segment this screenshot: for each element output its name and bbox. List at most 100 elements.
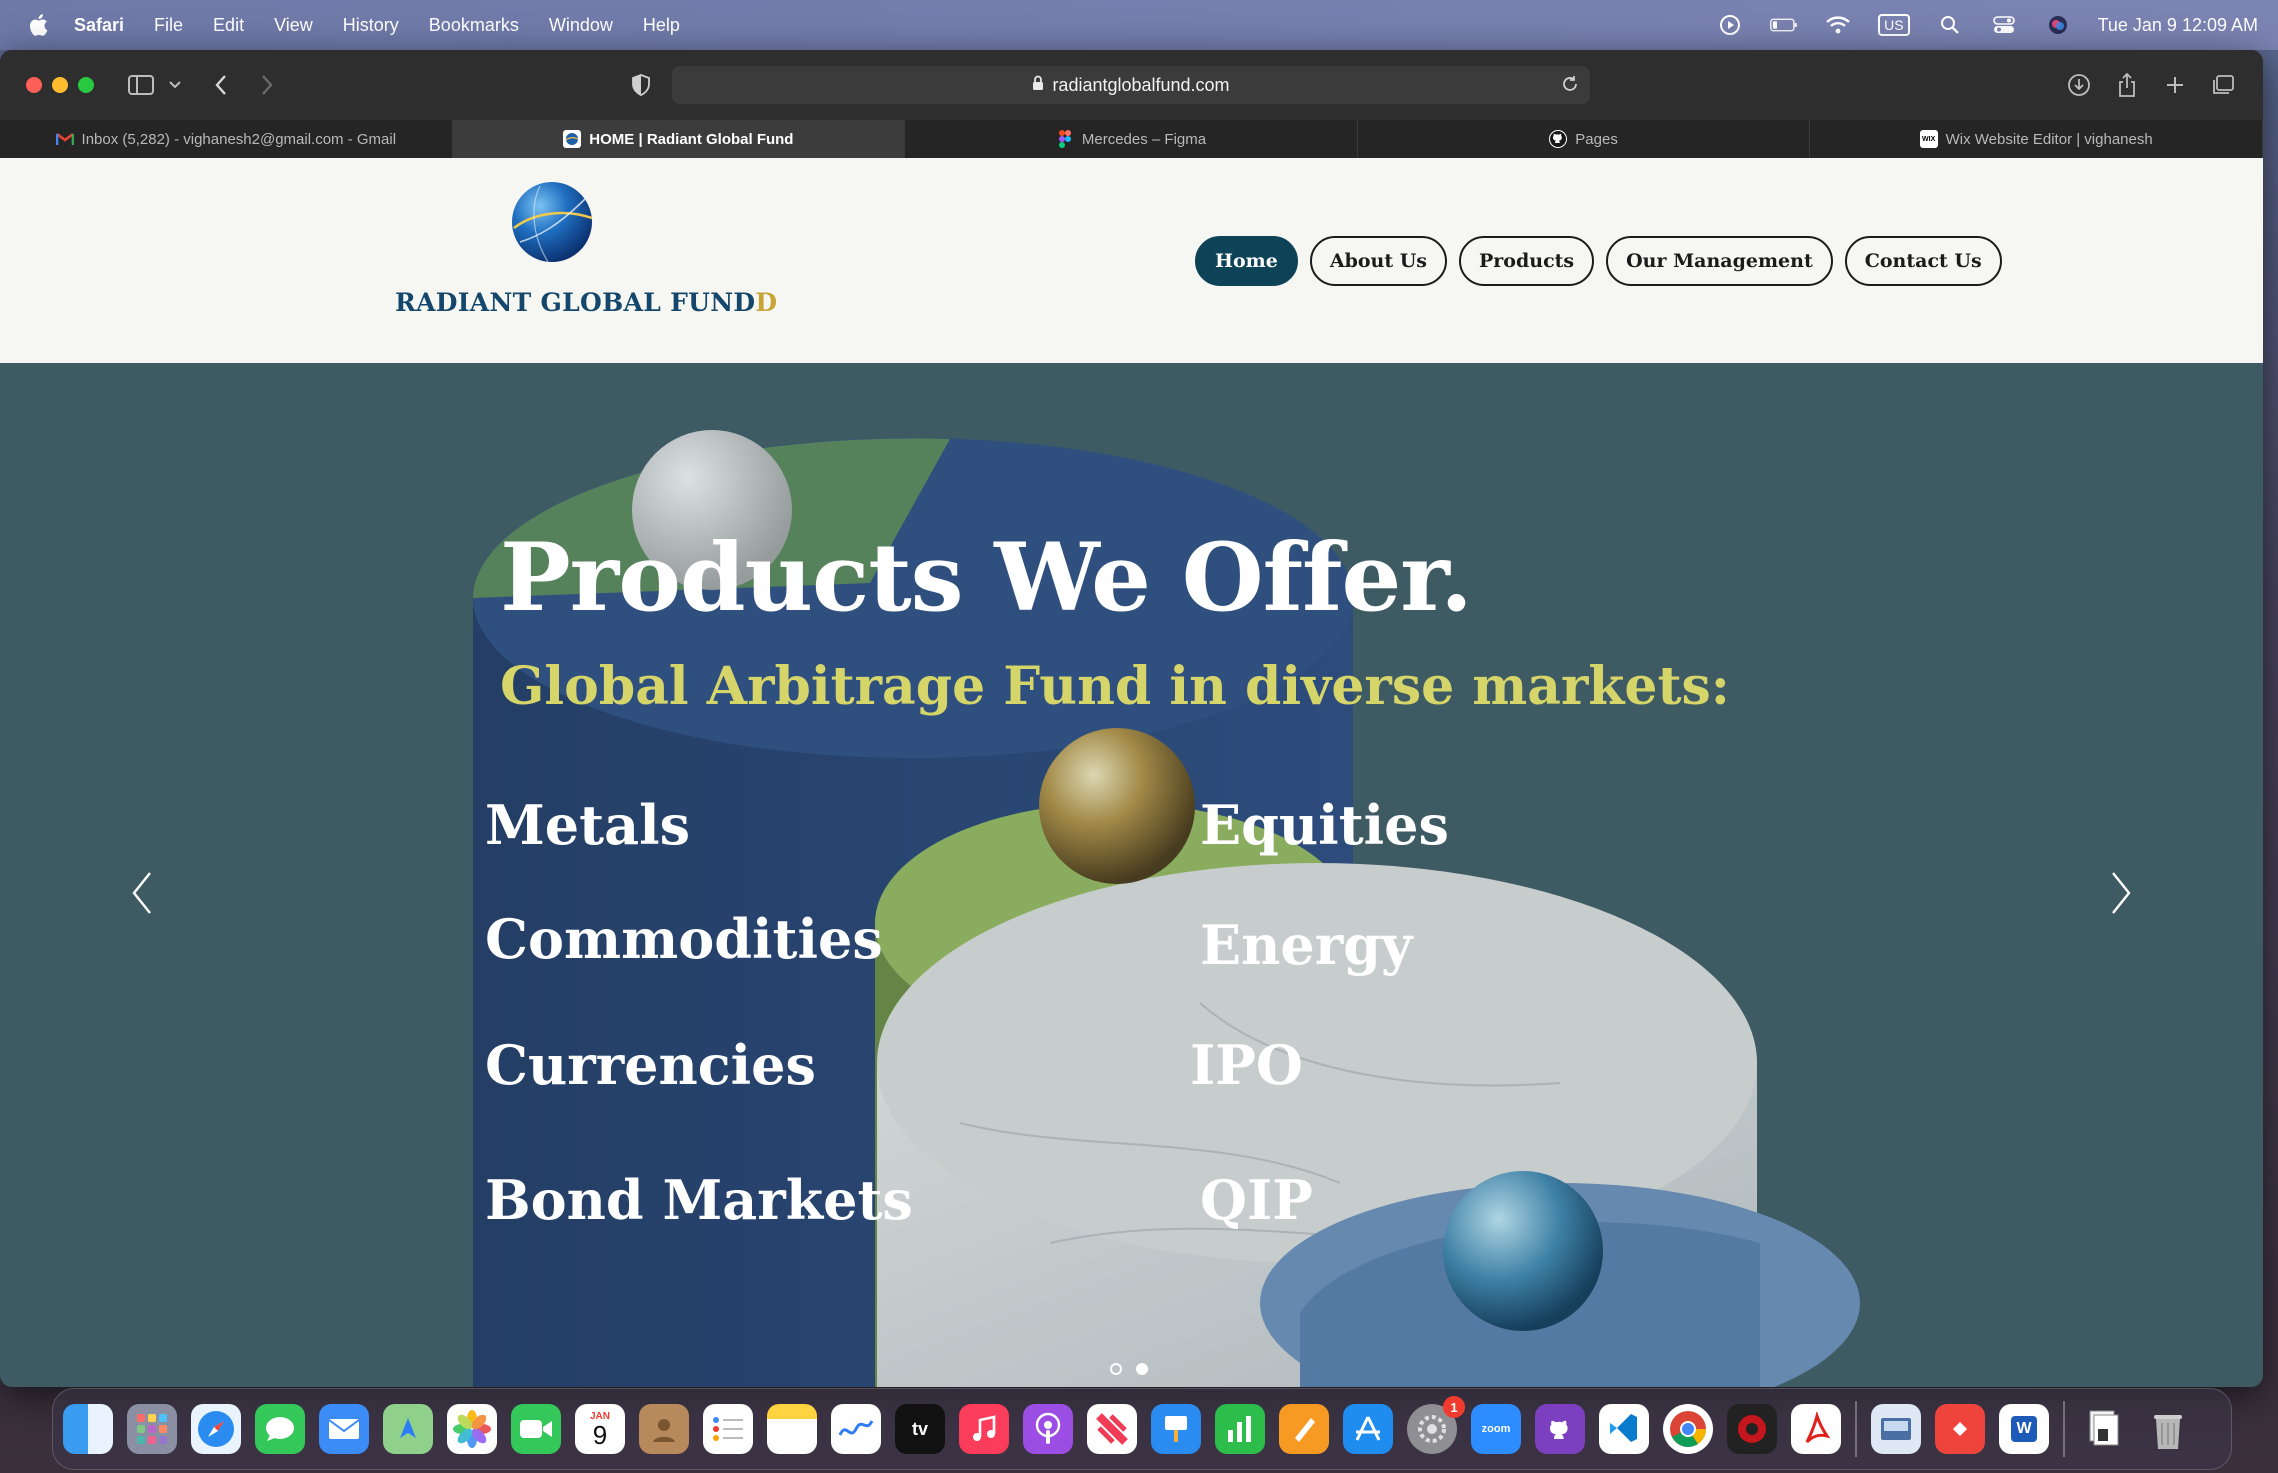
control-center-icon[interactable] [1990, 11, 2018, 39]
globe-logo-icon[interactable] [510, 180, 594, 264]
address-bar[interactable]: radiantglobalfund.com [672, 66, 1590, 104]
back-button[interactable] [206, 70, 236, 100]
mail-icon[interactable] [319, 1404, 369, 1454]
slide-dot-1[interactable] [1110, 1363, 1122, 1375]
tab-pages[interactable]: Pages [1357, 120, 1811, 158]
hero-background-illustration [0, 363, 2263, 1387]
pages-icon[interactable] [1279, 1404, 1329, 1454]
trash-icon[interactable] [2143, 1404, 2193, 1454]
share-icon[interactable] [2112, 70, 2142, 100]
forward-button[interactable] [252, 70, 282, 100]
wix-icon: WIX [1919, 130, 1938, 148]
product-item: Metals [485, 793, 690, 857]
zoom-icon[interactable]: zoom [1471, 1404, 1521, 1454]
menu-edit[interactable]: Edit [213, 15, 244, 36]
logo-text[interactable]: RADIANT GLOBAL FUNDD [395, 288, 777, 317]
product-item: QIP [1200, 1168, 1313, 1232]
menu-file[interactable]: File [154, 15, 183, 36]
tab-figma[interactable]: Mercedes – Figma [905, 120, 1358, 158]
github-desktop-icon[interactable] [1535, 1404, 1585, 1454]
apple-icon[interactable] [24, 11, 52, 39]
menu-history[interactable]: History [343, 15, 399, 36]
product-item: Commodities [485, 907, 883, 971]
acrobat-icon[interactable] [1727, 1404, 1777, 1454]
next-slide-button[interactable] [2101, 863, 2141, 923]
photos-icon[interactable] [447, 1404, 497, 1454]
app-store-icon[interactable] [1343, 1404, 1393, 1454]
music-icon[interactable] [959, 1404, 1009, 1454]
facetime-icon[interactable] [511, 1404, 561, 1454]
tab-bar: Inbox (5,282) - vighanesh2@gmail.com - G… [0, 120, 2263, 158]
hero-subtitle: Global Arbitrage Fund in diverse markets… [500, 656, 1730, 717]
logo-main-text: RADIANT GLOBAL FUND [395, 288, 756, 317]
battery-icon[interactable] [1770, 11, 1798, 39]
system-settings-icon[interactable]: 1 [1407, 1396, 1465, 1454]
nav-contact-us-button[interactable]: Contact Us [1844, 236, 2002, 286]
menu-view[interactable]: View [274, 15, 313, 36]
nav-products-button[interactable]: Products [1459, 236, 1595, 286]
safari-icon[interactable] [191, 1404, 241, 1454]
downloads-icon[interactable] [2064, 70, 2094, 100]
tab-title: Wix Website Editor | vighanesh [1945, 130, 2153, 148]
documents-icon[interactable] [2079, 1404, 2129, 1454]
minimize-window-button[interactable] [52, 77, 68, 93]
tab-overview-icon[interactable] [2208, 70, 2238, 100]
launchpad-icon[interactable] [127, 1404, 177, 1454]
new-tab-icon[interactable] [2160, 70, 2190, 100]
site-header: RADIANT GLOBAL FUNDD Home About Us Produ… [0, 158, 2263, 363]
finder-icon[interactable] [63, 1404, 113, 1454]
status-area: US Tue Jan 9 12:09 AM [1716, 0, 2258, 50]
anydesk-icon[interactable] [1935, 1404, 1985, 1454]
contacts-icon[interactable] [639, 1404, 689, 1454]
freeform-icon[interactable] [831, 1404, 881, 1454]
dock-separator [2063, 1401, 2065, 1457]
podcasts-icon[interactable] [1023, 1404, 1073, 1454]
messages-icon[interactable] [255, 1404, 305, 1454]
calendar-icon[interactable]: JAN 9 [575, 1404, 625, 1454]
slide-pagination [1110, 1363, 1148, 1375]
nav-our-management-button[interactable]: Our Management [1606, 236, 1833, 286]
now-playing-icon[interactable] [1716, 11, 1744, 39]
close-window-button[interactable] [26, 77, 42, 93]
reload-icon[interactable] [1558, 72, 1582, 96]
keynote-icon[interactable] [1151, 1404, 1201, 1454]
tab-gmail[interactable]: Inbox (5,282) - vighanesh2@gmail.com - G… [0, 120, 453, 158]
reminders-icon[interactable] [703, 1404, 753, 1454]
tab-radiant-global-fund[interactable]: HOME | Radiant Global Fund [452, 120, 906, 158]
wifi-icon[interactable] [1824, 11, 1852, 39]
zoom-window-button[interactable] [78, 77, 94, 93]
menu-safari[interactable]: Safari [74, 15, 124, 36]
nav-about-us-button[interactable]: About Us [1309, 236, 1447, 286]
siri-icon[interactable] [2044, 11, 2072, 39]
nav-home-button[interactable]: Home [1195, 236, 1298, 286]
browser-toolbar: radiantglobalfund.com [0, 50, 2263, 120]
sidebar-toggle-icon[interactable] [126, 70, 156, 100]
news-icon[interactable] [1087, 1404, 1137, 1454]
hero-title: Products We Offer. [500, 523, 1473, 633]
calendar-day: 9 [592, 1419, 608, 1450]
adobe-reader-icon[interactable] [1791, 1404, 1841, 1454]
previous-slide-button[interactable] [122, 863, 162, 923]
menu-help[interactable]: Help [643, 15, 680, 36]
word-icon[interactable]: W [1999, 1404, 2049, 1454]
hero-slideshow: Products We Offer. Global Arbitrage Fund… [0, 363, 2263, 1387]
vscode-icon[interactable] [1599, 1404, 1649, 1454]
menu-bookmarks[interactable]: Bookmarks [429, 15, 519, 36]
privacy-shield-icon[interactable] [626, 70, 656, 100]
logo-accent-letter: D [755, 288, 778, 317]
tv-icon[interactable]: tv [895, 1404, 945, 1454]
menu-window[interactable]: Window [549, 15, 613, 36]
spotlight-icon[interactable] [1936, 11, 1964, 39]
tab-wix[interactable]: WIX Wix Website Editor | vighanesh [1810, 120, 2263, 158]
clock[interactable]: Tue Jan 9 12:09 AM [2098, 15, 2258, 36]
numbers-icon[interactable] [1215, 1404, 1265, 1454]
slide-dot-2[interactable] [1136, 1363, 1148, 1375]
tab-title: Inbox (5,282) - vighanesh2@gmail.com - G… [81, 130, 397, 148]
keyboard-input-indicator[interactable]: US [1878, 14, 1910, 36]
chrome-icon[interactable] [1663, 1404, 1713, 1454]
maps-icon[interactable] [383, 1404, 433, 1454]
chevron-down-icon[interactable] [164, 70, 186, 100]
preview-icon[interactable] [1871, 1404, 1921, 1454]
notes-icon[interactable] [767, 1404, 817, 1454]
product-item: Bond Markets [485, 1168, 913, 1232]
